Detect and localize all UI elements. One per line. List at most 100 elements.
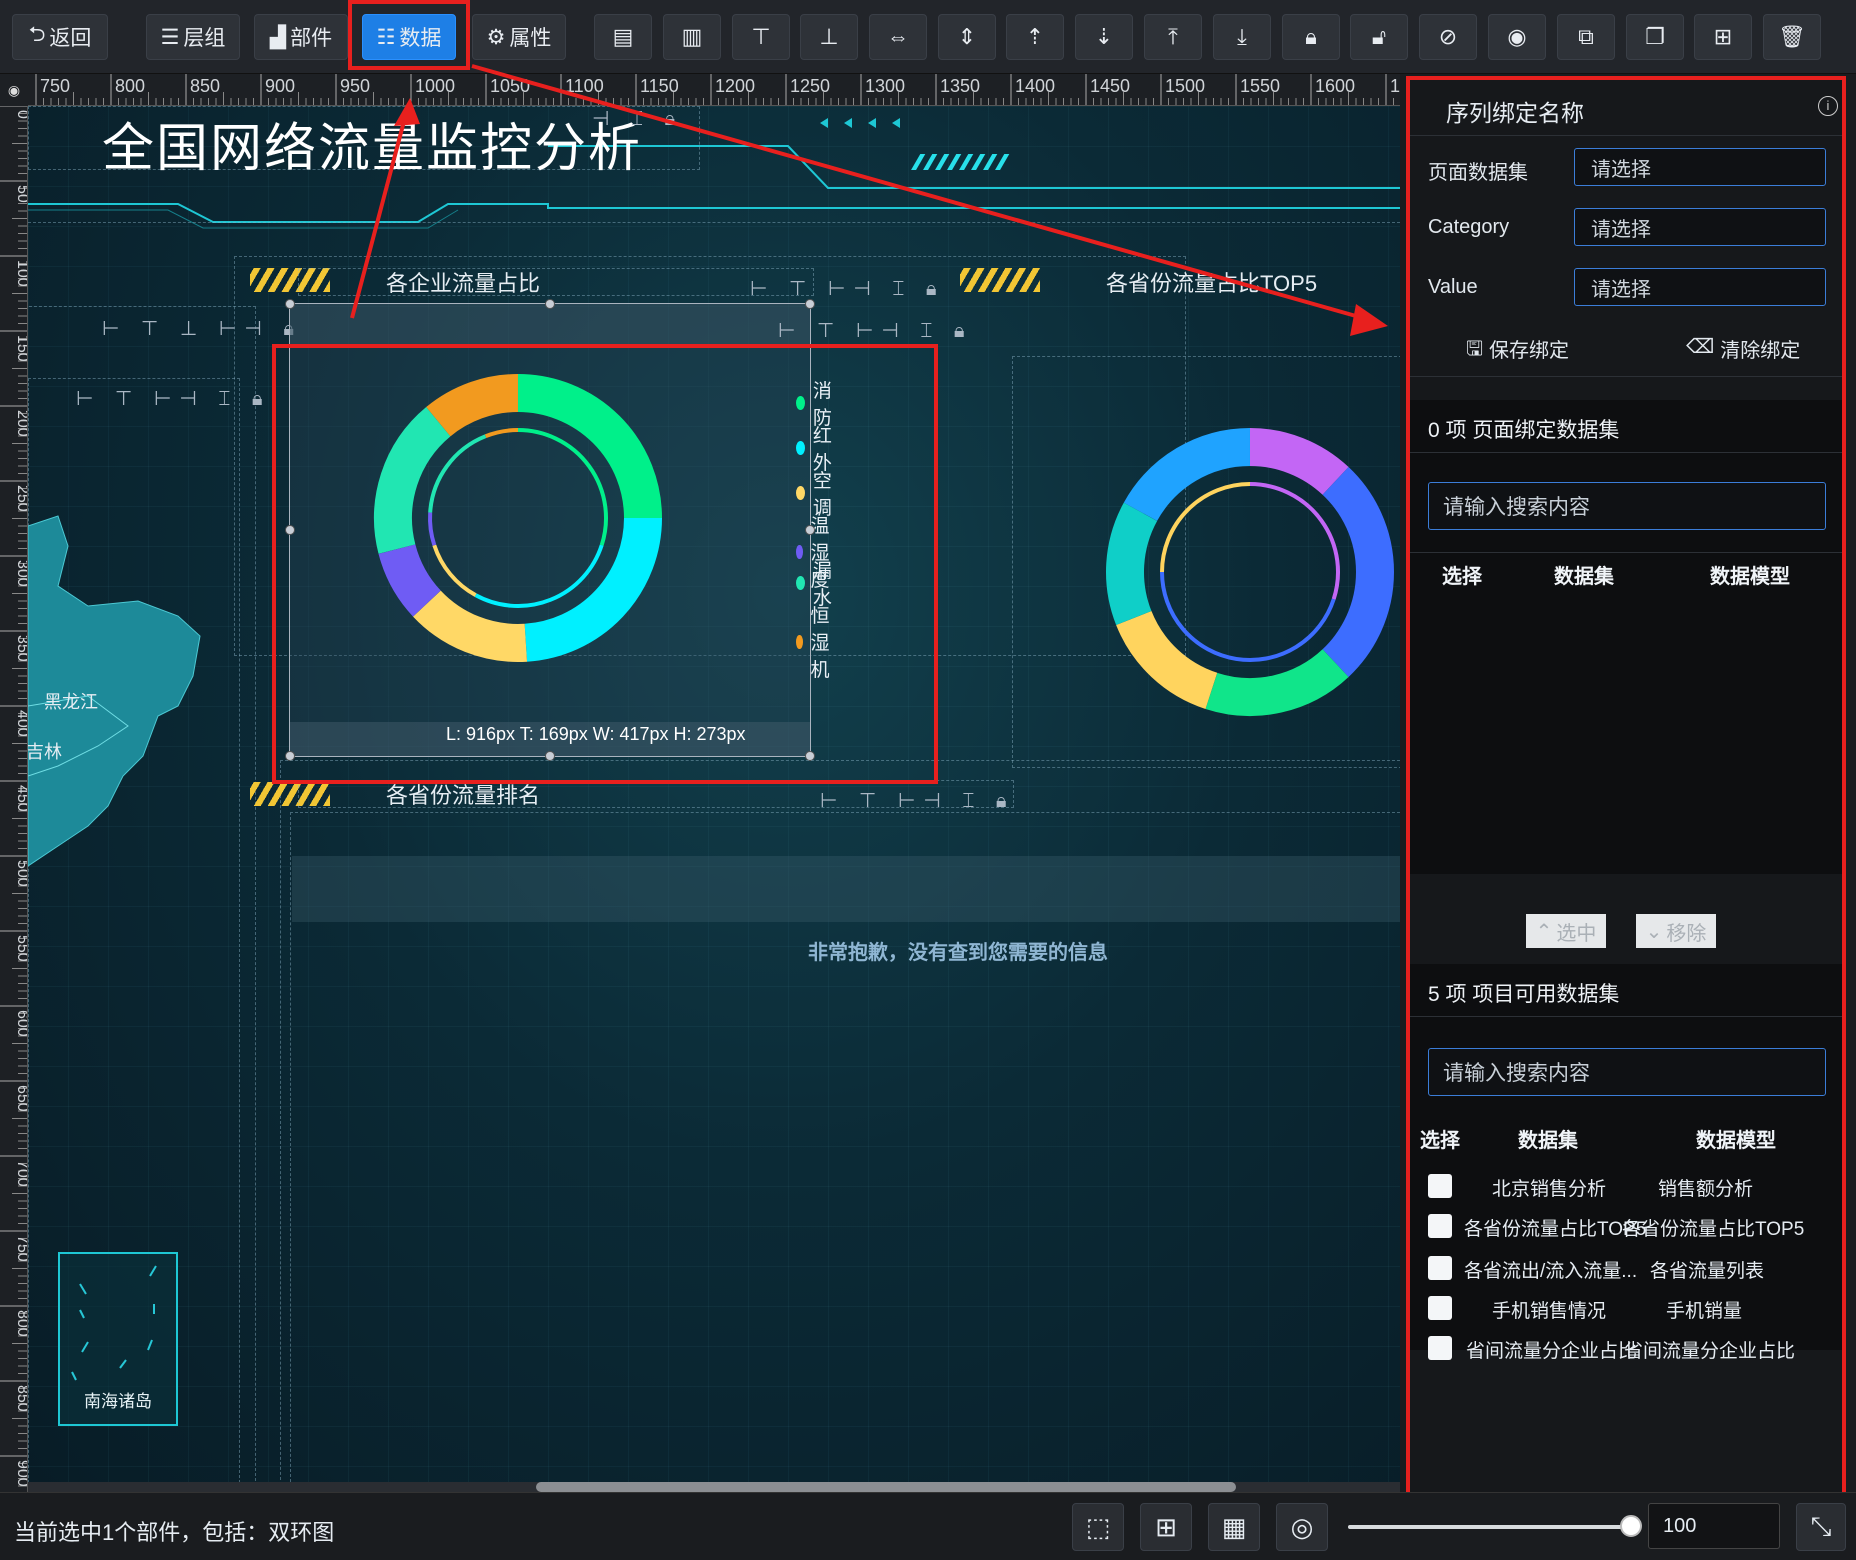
lock-icon[interactable]: 🔒︎ — [1282, 14, 1340, 60]
design-canvas[interactable]: 全国网络流量监控分析 ⊣ ⌶ 🔒︎ ⊢ ⊤ ⊥ ⊢⊣ 🔒︎ ⊢ ⊤ ⊢⊣ ⌶ 🔒… — [28, 106, 1400, 1492]
resize-handle[interactable] — [805, 299, 815, 309]
ruler-label: 900 — [265, 76, 295, 96]
add-icon[interactable]: ⊞ — [1694, 14, 1752, 60]
page-bound-title: 0 项 页面绑定数据集 — [1428, 419, 1620, 442]
ruler-label: 150 — [14, 335, 28, 362]
donut2-outer-slice[interactable] — [1249, 428, 1349, 496]
info-icon[interactable]: i — [1818, 96, 1838, 116]
ruler-icon[interactable]: ⊞ — [1140, 1503, 1192, 1551]
donut2-outer-slice[interactable] — [1106, 502, 1158, 626]
category-select[interactable]: 请选择 — [1574, 208, 1826, 246]
align-top-icon[interactable]: ⊤ — [732, 14, 790, 60]
ruler-label: 1550 — [1240, 76, 1280, 96]
ruler-label: 350 — [14, 635, 28, 662]
panel3-title-controls[interactable]: ⊢ ⊤ ⊢⊣ ⌶ 🔒︎ — [820, 788, 1015, 813]
distribute-h-icon[interactable]: ⇔ — [869, 14, 927, 60]
row-model: 各省流量列表 — [1650, 1261, 1765, 1282]
clear-binding-label: 清除绑定 — [1720, 340, 1801, 362]
horizontal-scrollbar[interactable] — [28, 1482, 1400, 1492]
grid-icon[interactable]: ▦ — [1208, 1503, 1260, 1551]
available-title: 5 项 项目可用数据集 — [1428, 983, 1620, 1006]
zoom-slider-thumb[interactable] — [1620, 1515, 1642, 1537]
widgets-label: 部件 — [290, 27, 333, 50]
value-placeholder: 请选择 — [1591, 278, 1651, 301]
ruler-label: 1500 — [1165, 76, 1205, 96]
panel1-title-controls[interactable]: ⊢ ⊤ ⊢⊣ ⌶ 🔒︎ — [750, 276, 945, 301]
chevron-up-icon: ⌃ — [1535, 920, 1553, 943]
back-button[interactable]: ⮌ 返回 — [12, 14, 108, 60]
hide-icon[interactable]: ⊘ — [1419, 14, 1477, 60]
ruler-label: 1200 — [715, 76, 755, 96]
align-right-icon[interactable]: ▥ — [663, 14, 721, 60]
zoom-input[interactable]: 100 — [1648, 1503, 1780, 1549]
donut2-inner-slice[interactable] — [1160, 572, 1336, 662]
donut2-outer-slice[interactable] — [1205, 648, 1349, 716]
ruler-label: 200 — [14, 410, 28, 437]
panel-title: 序列绑定名称 — [1446, 100, 1584, 126]
align-left-icon[interactable]: ▤ — [594, 14, 652, 60]
donut2-outer-slice[interactable] — [1116, 610, 1218, 709]
delete-icon[interactable]: 🗑︎ — [1763, 14, 1821, 60]
select-button[interactable]: ⌃ 选中 — [1526, 914, 1606, 948]
layer-top-icon[interactable]: ⤒ — [1144, 14, 1202, 60]
table-header — [292, 856, 1400, 922]
selection-status: 当前选中1个部件，包括：双环图 — [14, 1520, 335, 1545]
col-dataset: 数据集 — [1554, 566, 1614, 588]
props-button[interactable]: ⚙ 属性 — [472, 14, 566, 60]
align-bottom-icon[interactable]: ⊥ — [800, 14, 858, 60]
row-checkbox[interactable] — [1428, 1174, 1452, 1198]
layer-up-icon[interactable]: ⇡ — [1006, 14, 1064, 60]
panel1-title-bounds — [298, 268, 814, 296]
ruler-label: 700 — [14, 1160, 28, 1187]
row-model: 各省份流量占比TOP5 — [1622, 1219, 1805, 1240]
col-select: 选择 — [1420, 1130, 1460, 1152]
ruler-label: 1400 — [1015, 76, 1055, 96]
row-checkbox[interactable] — [1428, 1256, 1452, 1280]
ruler-toggle-icon[interactable]: ◉ — [0, 74, 28, 106]
available-search[interactable]: 请输入搜索内容 — [1428, 1048, 1826, 1096]
ruler-label: 450 — [14, 785, 28, 812]
ruler-label: 1050 — [490, 76, 530, 96]
save-binding-button[interactable]: 🖫︎ 保存绑定 — [1466, 334, 1569, 368]
duplicate-icon[interactable]: ❐ — [1626, 14, 1684, 60]
fullscreen-icon[interactable]: ⤡ — [1796, 1503, 1846, 1551]
ruler-label: 100 — [14, 260, 28, 287]
dataset-placeholder: 请选择 — [1591, 158, 1651, 181]
preview-icon[interactable]: ◎ — [1276, 1503, 1328, 1551]
highlight-selected-widget — [272, 344, 938, 784]
row-checkbox[interactable] — [1428, 1336, 1452, 1360]
dataset-select[interactable]: 请选择 — [1574, 148, 1826, 186]
page-title[interactable]: 全国网络流量监控分析 — [102, 106, 642, 181]
donut2-inner-slice[interactable] — [1160, 482, 1250, 573]
scrollbar-thumb[interactable] — [536, 1482, 1236, 1492]
row-dataset: 手机销售情况 — [1492, 1301, 1607, 1322]
value-select[interactable]: 请选择 — [1574, 268, 1826, 306]
distribute-v-icon[interactable]: ⇕ — [938, 14, 996, 60]
copy-icon[interactable]: ⧉ — [1557, 14, 1615, 60]
resize-handle[interactable] — [545, 299, 555, 309]
layers-label: 层组 — [183, 27, 226, 50]
fit-canvas-icon[interactable]: ⬚ — [1072, 1503, 1124, 1551]
unlock-icon[interactable]: 🔓︎ — [1350, 14, 1408, 60]
show-icon[interactable]: ◉ — [1488, 14, 1546, 60]
remove-button[interactable]: ⌄ 移除 — [1636, 914, 1716, 948]
panel2-title[interactable]: 各省份流量占比TOP5 — [1106, 266, 1317, 298]
clear-binding-button[interactable]: ⌫ 清除绑定 — [1686, 334, 1800, 363]
layer-bottom-icon[interactable]: ⤓ — [1213, 14, 1271, 60]
ruler-label: 750 — [14, 1235, 28, 1262]
row-checkbox[interactable] — [1428, 1214, 1452, 1238]
donut2-inner-slice[interactable] — [1249, 482, 1340, 600]
row-checkbox[interactable] — [1428, 1296, 1452, 1320]
donut2-outer-slice[interactable] — [1322, 467, 1394, 677]
layer-down-icon[interactable]: ⇣ — [1075, 14, 1133, 60]
title-widget-controls[interactable]: ⊣ ⌶ 🔒︎ — [592, 106, 683, 131]
ruler-label: 1300 — [865, 76, 905, 96]
zoom-slider[interactable] — [1348, 1525, 1636, 1529]
panel1-title[interactable]: 各企业流量占比 — [386, 266, 540, 298]
page-bound-search[interactable]: 请输入搜索内容 — [1428, 482, 1826, 530]
south-china-sea-inset: 南海诸岛 — [58, 1252, 178, 1426]
resize-handle[interactable] — [285, 299, 295, 309]
widgets-button[interactable]: ▟ 部件 — [254, 14, 348, 60]
layers-button[interactable]: ☰ 层组 — [146, 14, 240, 60]
dataset-label: 页面数据集 — [1428, 162, 1528, 184]
